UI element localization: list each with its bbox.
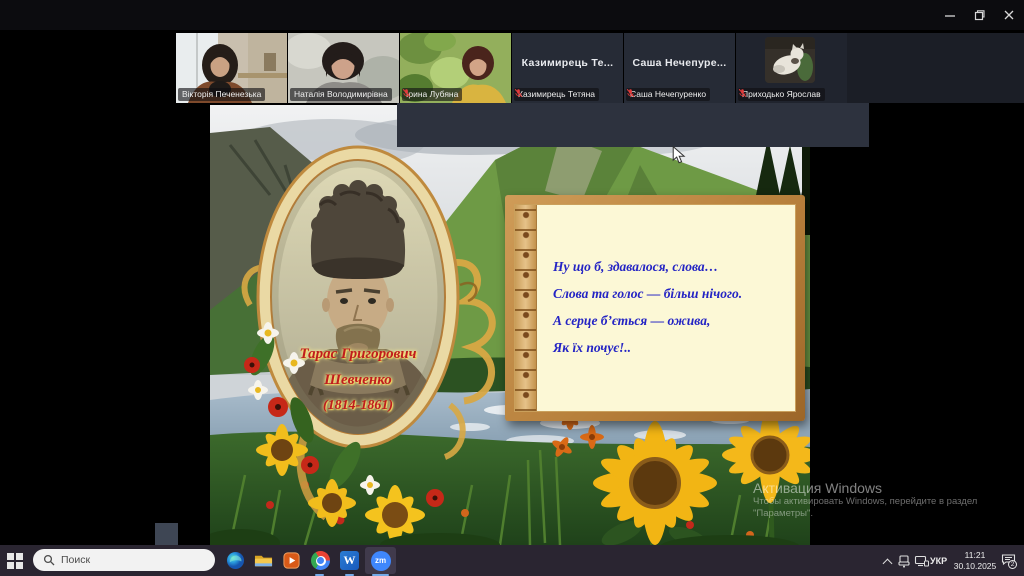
tray-time: 11:21 xyxy=(953,550,997,561)
taskbar-search[interactable] xyxy=(33,549,215,571)
windows-logo-icon xyxy=(7,553,14,560)
muted-mic-icon xyxy=(514,88,523,98)
parchment-paper: Ну що б, здавалося, слова… Слова та голо… xyxy=(514,204,796,412)
close-button[interactable] xyxy=(1000,6,1018,24)
language-indicator[interactable]: УКР xyxy=(930,556,947,566)
tray-device-icon[interactable] xyxy=(897,554,911,568)
participant-center-name: Казимирець Те... xyxy=(512,57,623,69)
participant-name: Вікторія Печенезька xyxy=(182,89,261,100)
participant-name: Ірина Лубяна xyxy=(406,89,458,100)
poem-line: Ну що б, здавалося, слова… xyxy=(553,253,787,280)
start-button[interactable] xyxy=(6,552,24,569)
muted-mic-icon xyxy=(402,88,411,98)
tray-chevron-icon[interactable] xyxy=(883,559,893,569)
muted-mic-icon xyxy=(626,88,635,98)
maximize-button[interactable] xyxy=(970,6,988,24)
parchment-ornament xyxy=(515,205,537,411)
poem-line: Як їх почує!.. xyxy=(553,334,787,361)
zoom-meeting-window: Вікторія Печенезька Наталія Володимирівн… xyxy=(0,0,1024,576)
clock[interactable]: 11:21 30.10.2025 xyxy=(953,550,997,571)
share-corner-fragment xyxy=(155,523,178,545)
participant-name-tag: Приходько Ярослав xyxy=(738,88,825,101)
share-top-overlay xyxy=(397,103,869,147)
participant-name: Наталія Володимирівна xyxy=(294,89,388,100)
portrait-name-line2: Шевченко xyxy=(258,367,458,393)
participant-tile-iryna[interactable]: Ірина Лубяна xyxy=(400,33,511,103)
participant-name-tag: Вікторія Печенезька xyxy=(178,88,265,101)
zoom-glyph: zm xyxy=(375,556,386,565)
tray-network-icon[interactable] xyxy=(914,554,929,568)
participant-tile-kazymyrets[interactable]: Казимирець Те... Казимирець Тетяна xyxy=(512,33,623,103)
participant-name-tag: Наталія Володимирівна xyxy=(290,88,392,101)
participant-tile-prykhodko[interactable]: Приходько Ярослав xyxy=(736,33,847,103)
file-explorer-icon[interactable] xyxy=(254,551,273,570)
participant-name: Приходько Ярослав xyxy=(742,89,821,100)
minimize-button[interactable] xyxy=(941,6,959,24)
participant-name: Саша Нечепуренко xyxy=(630,89,706,100)
windows-taskbar: W zm УКР 11:21 30.10.2025 xyxy=(0,545,1024,576)
cat-photo xyxy=(765,37,815,83)
chrome-icon[interactable] xyxy=(311,551,330,570)
participant-name-tag: Саша Нечепуренко xyxy=(626,88,710,101)
portrait-name-line1: Тарас Григорович xyxy=(258,341,458,367)
participant-name-tag: Ірина Лубяна xyxy=(402,88,462,101)
portrait-years: (1814-1861) xyxy=(258,393,458,419)
shared-slide: Ну що б, здавалося, слова… Слова та голо… xyxy=(210,105,810,545)
participant-name: Казимирець Тетяна xyxy=(518,89,595,100)
word-glyph: W xyxy=(344,553,356,568)
poem-parchment: Ну що б, здавалося, слова… Слова та голо… xyxy=(505,195,805,421)
poem-line: А серце б’ється — ожива, xyxy=(553,307,787,334)
search-input[interactable] xyxy=(61,554,191,566)
participant-center-name: Саша Нечепуре... xyxy=(624,57,735,69)
zoom-app-button[interactable]: zm xyxy=(365,547,396,574)
notification-badge: 2 xyxy=(1008,560,1017,569)
zoom-running-indicator xyxy=(372,574,389,576)
poem-line: Слова та голос — більш нічого. xyxy=(553,280,787,307)
mouse-cursor-icon xyxy=(672,146,686,164)
muted-mic-icon xyxy=(738,88,747,98)
participant-name-tag: Казимирець Тетяна xyxy=(514,88,599,101)
edge-icon[interactable] xyxy=(226,551,245,570)
participant-tile-viktoria[interactable]: Вікторія Печенезька xyxy=(176,33,287,103)
tray-date: 30.10.2025 xyxy=(953,561,997,572)
search-icon xyxy=(43,554,55,566)
word-running-indicator xyxy=(345,574,354,576)
participant-tile-sasha[interactable]: Саша Нечепуре... Саша Нечепуренко xyxy=(624,33,735,103)
poem-text: Ну що б, здавалося, слова… Слова та голо… xyxy=(553,253,787,361)
window-titlebar xyxy=(0,0,1024,30)
minimize-icon xyxy=(944,9,956,21)
participant-tile-natalia[interactable]: Наталія Володимирівна xyxy=(288,33,399,103)
video-strip-spacer xyxy=(847,33,1024,103)
zoom-app-icon: zm xyxy=(371,551,391,571)
media-player-icon[interactable] xyxy=(282,551,301,570)
close-icon xyxy=(1003,9,1015,21)
chrome-running-indicator xyxy=(315,574,324,576)
word-icon[interactable]: W xyxy=(340,551,359,570)
notification-center-button[interactable]: 2 xyxy=(1001,553,1016,571)
portrait-caption: Тарас Григорович Шевченко (1814-1861) xyxy=(258,341,458,419)
cat-avatar xyxy=(765,37,815,83)
maximize-icon xyxy=(973,9,985,21)
